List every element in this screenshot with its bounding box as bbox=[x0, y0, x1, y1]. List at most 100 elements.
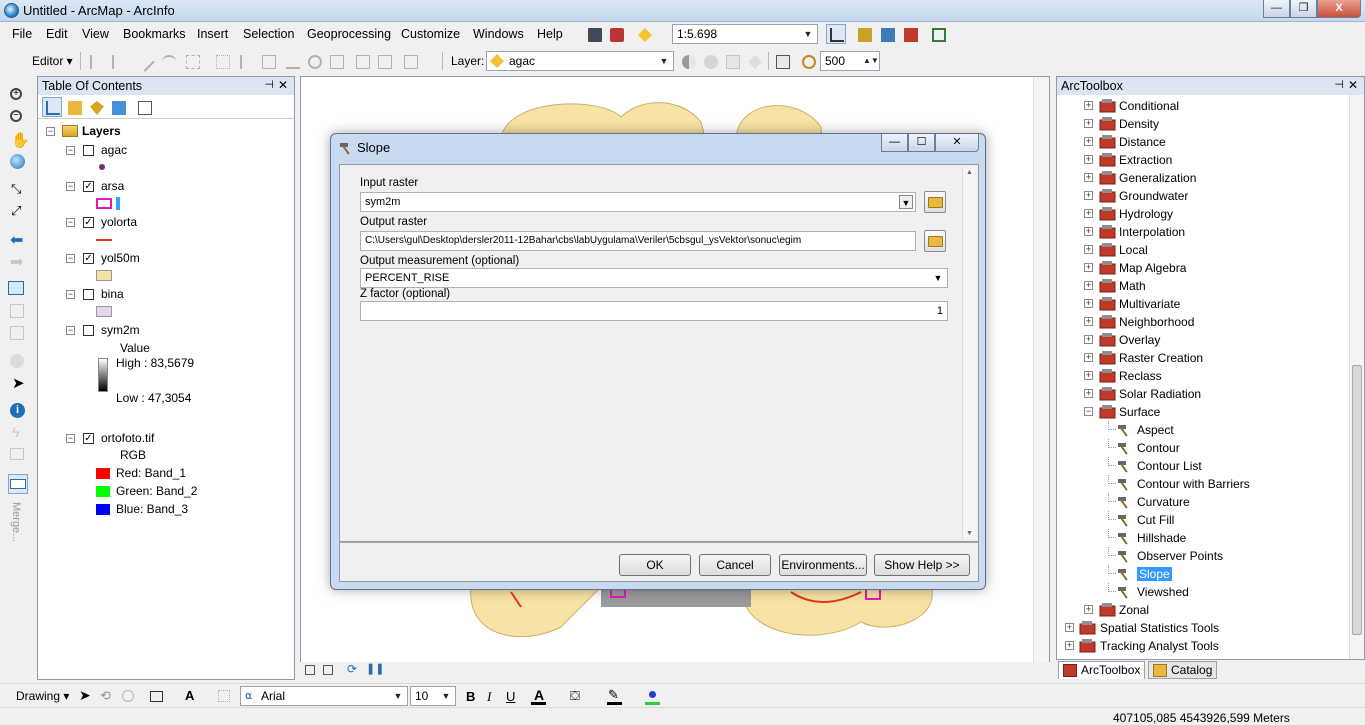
scroll-down-icon[interactable]: ▼ bbox=[966, 530, 973, 537]
toolset-expander[interactable]: + bbox=[1084, 371, 1093, 380]
model-builder-button[interactable] bbox=[928, 24, 948, 44]
create-features-button[interactable] bbox=[374, 51, 394, 71]
scale-combo[interactable]: 1:5.698 ▼ bbox=[672, 24, 818, 44]
menu-file[interactable]: File bbox=[12, 27, 32, 41]
toolset-expander[interactable]: − bbox=[1084, 407, 1093, 416]
select-arrow-button[interactable]: ➤ bbox=[8, 374, 28, 394]
toolset-zonal[interactable]: + Zonal bbox=[1057, 601, 1347, 619]
tool-curvature[interactable]: Curvature bbox=[1057, 493, 1347, 511]
search-window-button[interactable] bbox=[877, 24, 897, 44]
add-data-button[interactable] bbox=[634, 24, 654, 44]
layer-expander[interactable]: − bbox=[66, 290, 75, 299]
menu-insert[interactable]: Insert bbox=[197, 27, 228, 41]
toolset-expander[interactable]: + bbox=[1084, 245, 1093, 254]
topology-button[interactable] bbox=[400, 51, 420, 71]
cut-polygons-button[interactable] bbox=[258, 51, 278, 71]
toolset-raster-creation[interactable]: + Raster Creation bbox=[1057, 349, 1347, 367]
bold-button[interactable]: B bbox=[460, 686, 480, 706]
hyperlink-button[interactable]: ϟ bbox=[8, 424, 28, 444]
toolset-distance[interactable]: + Distance bbox=[1057, 133, 1347, 151]
environments-button[interactable]: Environments... bbox=[779, 554, 867, 576]
tool-aspect[interactable]: Aspect bbox=[1057, 421, 1347, 439]
menu-bookmarks[interactable]: Bookmarks bbox=[123, 27, 186, 41]
editor-menu[interactable]: Editor ▾ bbox=[32, 54, 73, 68]
data-view-button[interactable] bbox=[302, 662, 318, 678]
dialog-maximize-button[interactable]: ☐ bbox=[908, 134, 935, 152]
toolset-solar-radiation[interactable]: + Solar Radiation bbox=[1057, 385, 1347, 403]
output-raster-field[interactable]: C:\Users\gul\Desktop\dersler2011-12Bahar… bbox=[360, 231, 916, 251]
toolset-groundwater[interactable]: + Groundwater bbox=[1057, 187, 1347, 205]
close-button[interactable]: X bbox=[1317, 0, 1361, 18]
menu-view[interactable]: View bbox=[82, 27, 109, 41]
toolset-density[interactable]: + Density bbox=[1057, 115, 1347, 133]
toolbox-scrollbar[interactable] bbox=[1349, 95, 1364, 659]
tool-slope[interactable]: Slope bbox=[1057, 565, 1347, 583]
close-icon[interactable]: ✕ bbox=[1348, 78, 1358, 92]
font-combo[interactable]: ⍺ Arial ▼ bbox=[240, 686, 408, 706]
sketch-properties-button[interactable] bbox=[352, 51, 372, 71]
toolset-surface[interactable]: − Surface bbox=[1057, 403, 1347, 421]
rotate-element-button[interactable]: ⟲ bbox=[96, 686, 116, 706]
refresh-button[interactable]: ⟳ bbox=[344, 662, 360, 678]
layer-expander[interactable]: − bbox=[66, 326, 75, 335]
toolbox-expander[interactable]: + bbox=[1065, 623, 1074, 632]
browse-output-button[interactable] bbox=[924, 230, 946, 252]
layer-checkbox-yolorta[interactable]: ✓ bbox=[83, 217, 94, 228]
layer-checkbox-ortofoto[interactable]: ✓ bbox=[83, 433, 94, 444]
tool-contour-list[interactable]: Contour List bbox=[1057, 457, 1347, 475]
stepper-icon[interactable]: ▲▼ bbox=[863, 54, 879, 68]
layers-expander[interactable]: − bbox=[46, 127, 55, 136]
map-vertical-scrollbar[interactable] bbox=[1033, 77, 1049, 663]
toolset-expander[interactable]: + bbox=[1084, 155, 1093, 164]
fixed-zoom-in-button[interactable]: ⤡ bbox=[8, 180, 28, 200]
fill-color-button[interactable]: ⛋ bbox=[566, 686, 586, 706]
toolset-expander[interactable]: + bbox=[1084, 137, 1093, 146]
zoom-to-raster-button[interactable] bbox=[772, 51, 792, 71]
zoom-out-button[interactable]: − bbox=[8, 108, 28, 128]
toolset-extraction[interactable]: + Extraction bbox=[1057, 151, 1347, 169]
layer-expander[interactable]: − bbox=[66, 218, 75, 227]
tool-observer-points[interactable]: Observer Points bbox=[1057, 547, 1347, 565]
toolset-reclass[interactable]: + Reclass bbox=[1057, 367, 1347, 385]
toolset-expander[interactable]: + bbox=[1084, 389, 1093, 398]
close-icon[interactable]: ✕ bbox=[278, 78, 288, 92]
ok-button[interactable]: OK bbox=[619, 554, 691, 576]
minimize-button[interactable]: — bbox=[1263, 0, 1290, 18]
clear-selection-button[interactable] bbox=[8, 302, 28, 322]
pin-icon[interactable]: ⊣ bbox=[264, 78, 274, 91]
toolset-expander[interactable]: + bbox=[1084, 353, 1093, 362]
edit-vertices-button[interactable] bbox=[212, 51, 232, 71]
identify-button[interactable]: i bbox=[8, 402, 28, 422]
select-elements-button[interactable]: ➤ bbox=[74, 686, 94, 706]
toolset-math[interactable]: + Math bbox=[1057, 277, 1347, 295]
toolset-expander[interactable]: + bbox=[1084, 173, 1093, 182]
browse-input-button[interactable] bbox=[924, 191, 946, 213]
options-button[interactable] bbox=[134, 97, 154, 117]
edit-tool-button[interactable] bbox=[86, 51, 106, 71]
layer-expander[interactable]: − bbox=[66, 434, 75, 443]
menu-geoprocessing[interactable]: Geoprocessing bbox=[307, 27, 391, 41]
scroll-up-icon[interactable]: ▲ bbox=[966, 169, 973, 176]
list-by-drawing-order-button[interactable] bbox=[42, 97, 62, 117]
font-color-button[interactable]: A bbox=[528, 686, 548, 706]
measure-button[interactable] bbox=[8, 474, 28, 494]
maximize-button[interactable]: ❐ bbox=[1290, 0, 1317, 18]
select-elements-button[interactable] bbox=[8, 324, 28, 344]
toolset-map-algebra[interactable]: + Map Algebra bbox=[1057, 259, 1347, 277]
drawing-menu[interactable]: Drawing ▾ bbox=[16, 689, 69, 703]
contrast-button[interactable] bbox=[678, 51, 698, 71]
tool-contour-with-barriers[interactable]: Contour with Barriers bbox=[1057, 475, 1347, 493]
dialog-minimize-button[interactable]: — bbox=[881, 134, 908, 152]
zoom-selected-button[interactable] bbox=[118, 686, 138, 706]
pause-drawing-button[interactable]: ❚❚ bbox=[362, 662, 384, 678]
tool-hillshade[interactable]: Hillshade bbox=[1057, 529, 1347, 547]
toolset-expander[interactable]: + bbox=[1084, 209, 1093, 218]
resolution-button[interactable] bbox=[798, 51, 818, 71]
list-by-source-button[interactable] bbox=[64, 97, 84, 117]
swipe-button[interactable] bbox=[744, 51, 764, 71]
menu-windows[interactable]: Windows bbox=[473, 27, 524, 41]
layer-checkbox-arsa[interactable]: ✓ bbox=[83, 181, 94, 192]
layer-expander[interactable]: − bbox=[66, 254, 75, 263]
toolset-overlay[interactable]: + Overlay bbox=[1057, 331, 1347, 349]
toolset-local[interactable]: + Local bbox=[1057, 241, 1347, 259]
